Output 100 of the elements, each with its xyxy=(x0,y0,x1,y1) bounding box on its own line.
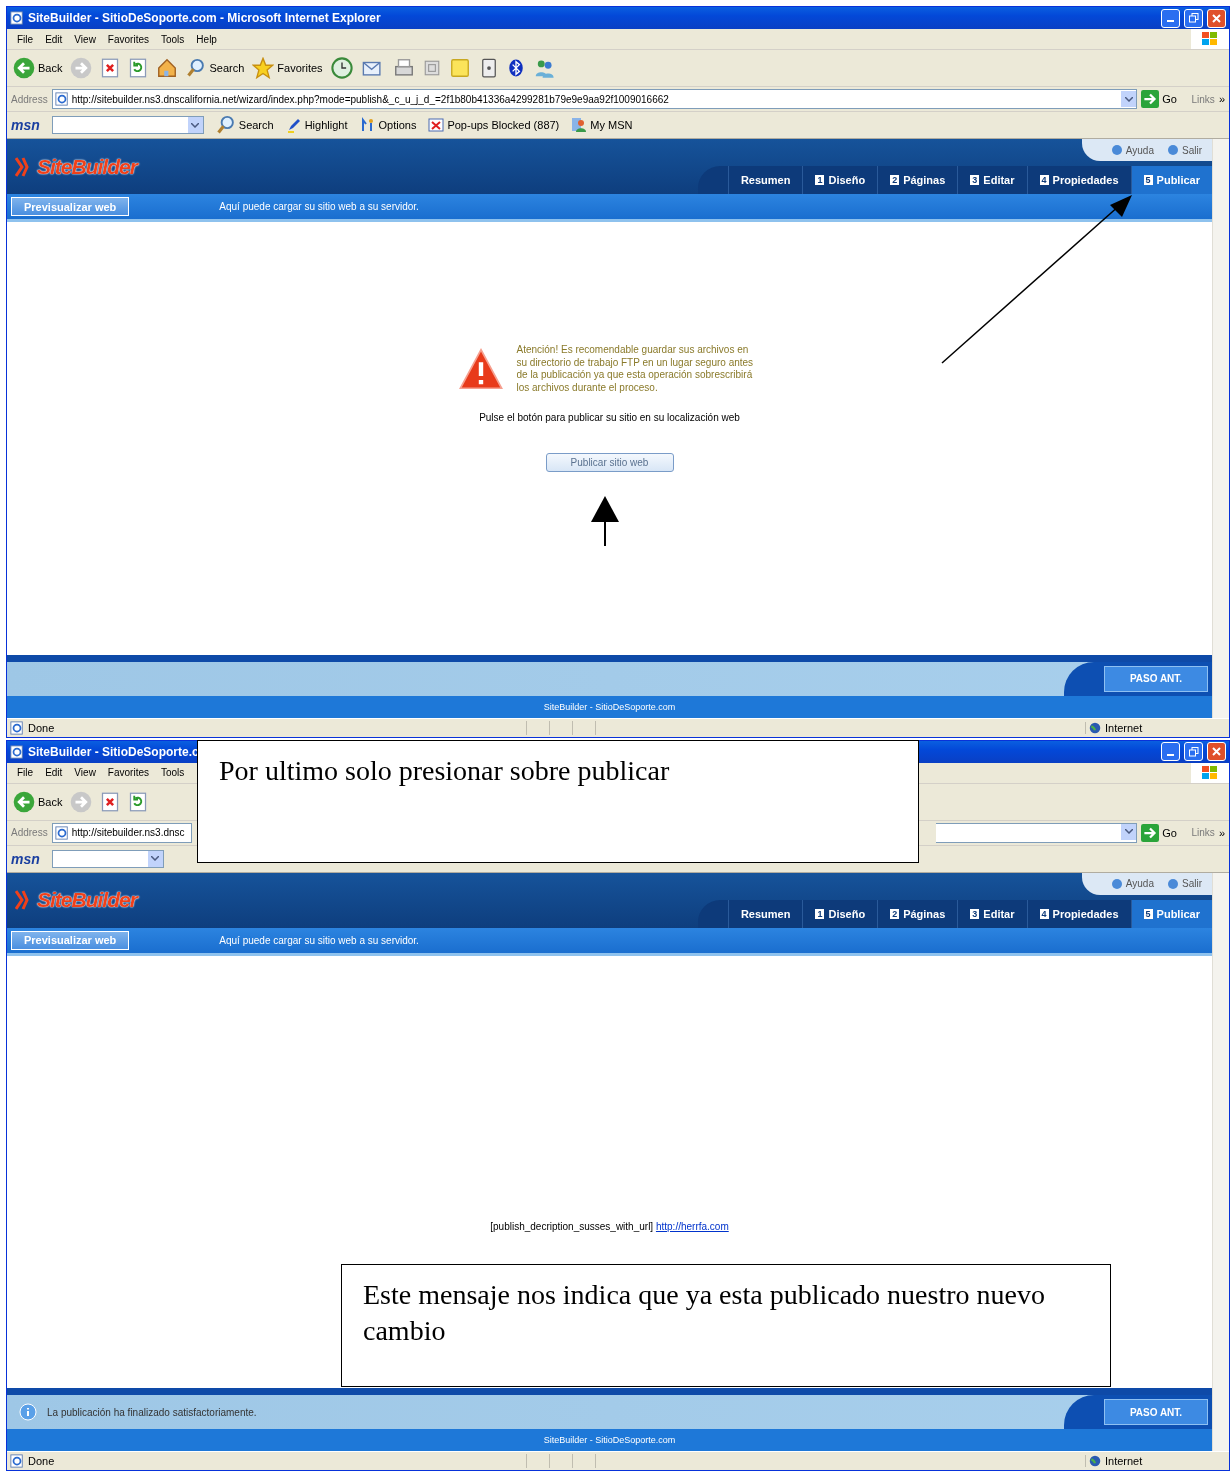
nav-tab[interactable]: 4 Propiedades xyxy=(1026,899,1131,928)
favorites-button[interactable]: Favorites xyxy=(252,57,323,79)
chevron-icon[interactable]: » xyxy=(1218,826,1225,839)
mymsn-button[interactable]: My MSN xyxy=(571,117,633,133)
minimize-button[interactable] xyxy=(1161,742,1180,761)
previous-step-button[interactable]: PASO ANT. xyxy=(1104,1399,1208,1425)
pointer-arrow xyxy=(590,496,620,546)
menu-item[interactable]: Tools xyxy=(155,767,191,778)
menu-item[interactable]: Help xyxy=(190,33,223,45)
edit-button[interactable] xyxy=(422,59,441,77)
msn-search-field[interactable] xyxy=(51,849,164,868)
windows-flag-icon xyxy=(1191,762,1229,783)
stop-button[interactable] xyxy=(100,58,121,78)
house-icon xyxy=(156,57,179,79)
menu-item[interactable]: Edit xyxy=(39,33,69,45)
instruction-text: Pulse el botón para publicar su sitio en su localización web xyxy=(479,412,740,424)
page-icon xyxy=(54,825,69,840)
zone-indicator: Internet xyxy=(1085,721,1229,734)
menu-item[interactable]: View xyxy=(68,33,102,45)
highlight-button[interactable]: Highlight xyxy=(285,117,348,133)
bluetooth-icon xyxy=(506,57,525,79)
go-button[interactable]: Go xyxy=(1141,823,1177,842)
print-button[interactable] xyxy=(392,57,415,79)
address-field-end[interactable] xyxy=(936,822,1138,843)
page-icon xyxy=(10,744,24,759)
menu-item[interactable]: File xyxy=(11,767,40,778)
restore-icon xyxy=(1188,13,1199,23)
exit-link[interactable]: Salir xyxy=(1168,144,1202,156)
options-button[interactable]: Options xyxy=(359,117,417,133)
publish-button[interactable]: Publicar sitio web xyxy=(545,453,674,473)
zone-indicator: Internet xyxy=(1085,1455,1229,1467)
popups-button[interactable]: Pop-ups Blocked (887) xyxy=(428,117,560,133)
address-label: Address xyxy=(11,827,48,838)
close-button[interactable] xyxy=(1207,8,1226,28)
hint-text: Aquí puede cargar su sitio web a su servidor. xyxy=(219,201,419,212)
status-text: Done xyxy=(28,721,55,734)
restore-button[interactable] xyxy=(1184,742,1203,761)
minimize-icon xyxy=(1167,20,1174,22)
refresh-button[interactable] xyxy=(128,791,149,812)
star-icon xyxy=(252,57,275,79)
restore-button[interactable] xyxy=(1184,8,1203,28)
go-button[interactable]: Go xyxy=(1141,90,1177,108)
globe-icon xyxy=(1089,721,1101,734)
address-label: Address xyxy=(11,93,48,105)
blocked-window-icon xyxy=(428,117,445,133)
exit-link[interactable]: Salir xyxy=(1168,878,1202,889)
menu-item[interactable]: View xyxy=(68,767,102,778)
menu-item[interactable]: Edit xyxy=(39,767,69,778)
clock-icon xyxy=(330,57,353,79)
nav-tab[interactable]: 1 Diseño xyxy=(802,899,878,928)
hint-text: Aquí puede cargar su sitio web a su servidor. xyxy=(219,934,419,946)
help-circle-icon xyxy=(1111,878,1122,889)
page-icon xyxy=(10,720,24,735)
person-icon xyxy=(571,117,588,133)
address-field[interactable]: http://sitebuilder.ns3.dnsc xyxy=(51,822,192,843)
printer-icon xyxy=(392,57,415,79)
scrollbar[interactable] xyxy=(1212,872,1229,1451)
links-label[interactable]: Links xyxy=(1180,827,1215,838)
minimize-button[interactable] xyxy=(1161,8,1180,28)
menu-item[interactable]: Favorites xyxy=(101,33,155,45)
footer-message: La publicación ha finalizado satisfactoriamente. xyxy=(47,1406,257,1418)
chevron-icon[interactable]: » xyxy=(1218,93,1225,105)
back-button[interactable]: Back xyxy=(13,790,63,813)
help-link[interactable]: Ayuda xyxy=(1111,878,1154,889)
links-label[interactable]: Links xyxy=(1180,93,1215,105)
home-button[interactable] xyxy=(156,57,179,79)
scrollbar[interactable] xyxy=(1212,139,1229,718)
warning-text: Atención! Es recomendable guardar sus archivos en su directorio de trabajo FTP en un lugar seguro antes de la publicación ya que esta operación sobrescribirá los archivos durante el proceso. xyxy=(516,344,755,395)
menu-item[interactable]: Tools xyxy=(155,33,191,45)
close-icon xyxy=(1212,13,1221,23)
search-button[interactable]: Search xyxy=(186,58,245,78)
stop-button[interactable] xyxy=(100,791,121,812)
close-button[interactable] xyxy=(1207,742,1226,761)
refresh-button[interactable] xyxy=(128,58,149,78)
msn-logo: msn xyxy=(11,117,40,133)
page-icon xyxy=(10,1454,24,1468)
annotation-note: Este mensaje nos indica que ya esta publicado nuestro nuevo cambio xyxy=(341,1264,1111,1387)
nav-tab[interactable]: 2 Páginas xyxy=(877,899,958,928)
info-icon xyxy=(19,1403,37,1421)
bluetooth-button[interactable] xyxy=(506,57,525,79)
address-field[interactable]: http://sitebuilder.ns3.dnscalifornia.net/wizard/index.php?mode=publish&_c_u_j_d_=2f1b80b41336a4299281b79e9e9aa92f1009016662 xyxy=(51,89,1138,109)
stop-icon xyxy=(100,58,121,78)
nav-tab[interactable]: 3 Editar xyxy=(957,899,1027,928)
menu-item[interactable]: Favorites xyxy=(101,767,155,778)
msn-search-field[interactable] xyxy=(51,116,204,134)
history-button[interactable] xyxy=(330,57,353,79)
nav-tab[interactable]: 5 Publicar xyxy=(1130,166,1212,194)
logo-text: SiteBuilder xyxy=(37,888,137,912)
warning-icon xyxy=(458,347,503,392)
refresh-icon xyxy=(128,58,149,78)
menu-item[interactable]: File xyxy=(11,33,40,45)
restore-icon xyxy=(1188,746,1199,757)
help-link[interactable]: Ayuda xyxy=(1111,144,1154,156)
back-button[interactable]: Back xyxy=(13,57,63,79)
site-link[interactable]: http://herrfa.com xyxy=(655,1221,729,1233)
previous-step-button[interactable]: PASO ANT. xyxy=(1104,665,1208,692)
nav-tab[interactable]: Resumen xyxy=(727,899,803,928)
search-button[interactable]: Search xyxy=(215,115,274,135)
nav-tab[interactable]: 5 Publicar xyxy=(1130,899,1212,928)
page-icon xyxy=(54,92,69,106)
